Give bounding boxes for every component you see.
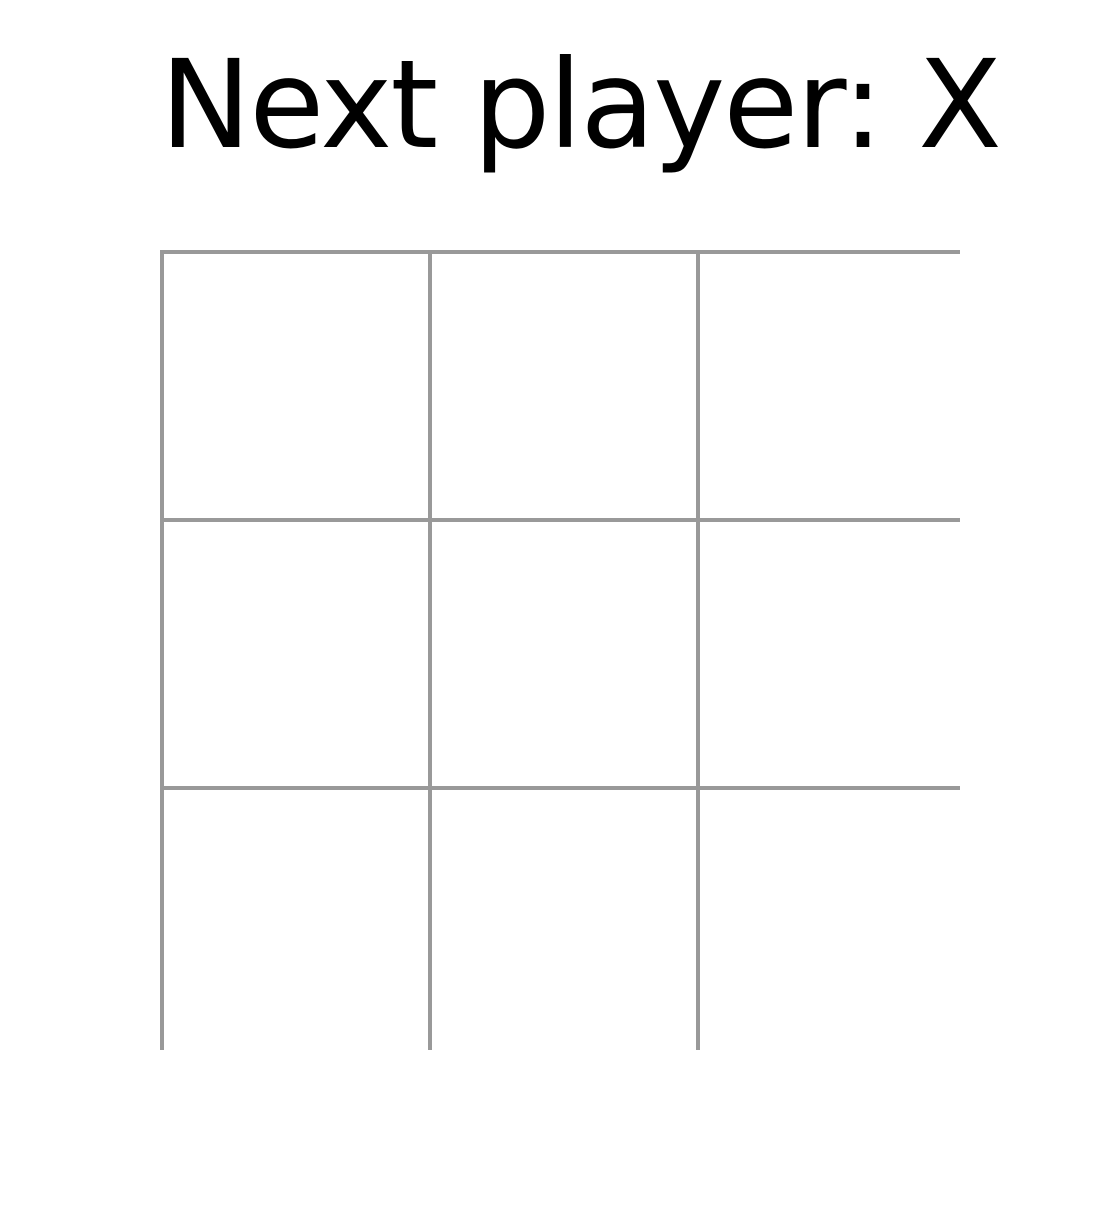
- board-square-1[interactable]: [164, 254, 428, 518]
- board-square-8[interactable]: [432, 790, 696, 1054]
- board-square-2[interactable]: [432, 254, 696, 518]
- board-square-9[interactable]: [700, 790, 964, 1054]
- board-square-7[interactable]: [164, 790, 428, 1054]
- board-square-4[interactable]: [164, 522, 428, 786]
- game-status: Next player: X: [160, 34, 1002, 176]
- board-square-5[interactable]: [432, 522, 696, 786]
- game-board: [160, 250, 964, 1054]
- board-square-3[interactable]: [700, 254, 964, 518]
- board-square-6[interactable]: [700, 522, 964, 786]
